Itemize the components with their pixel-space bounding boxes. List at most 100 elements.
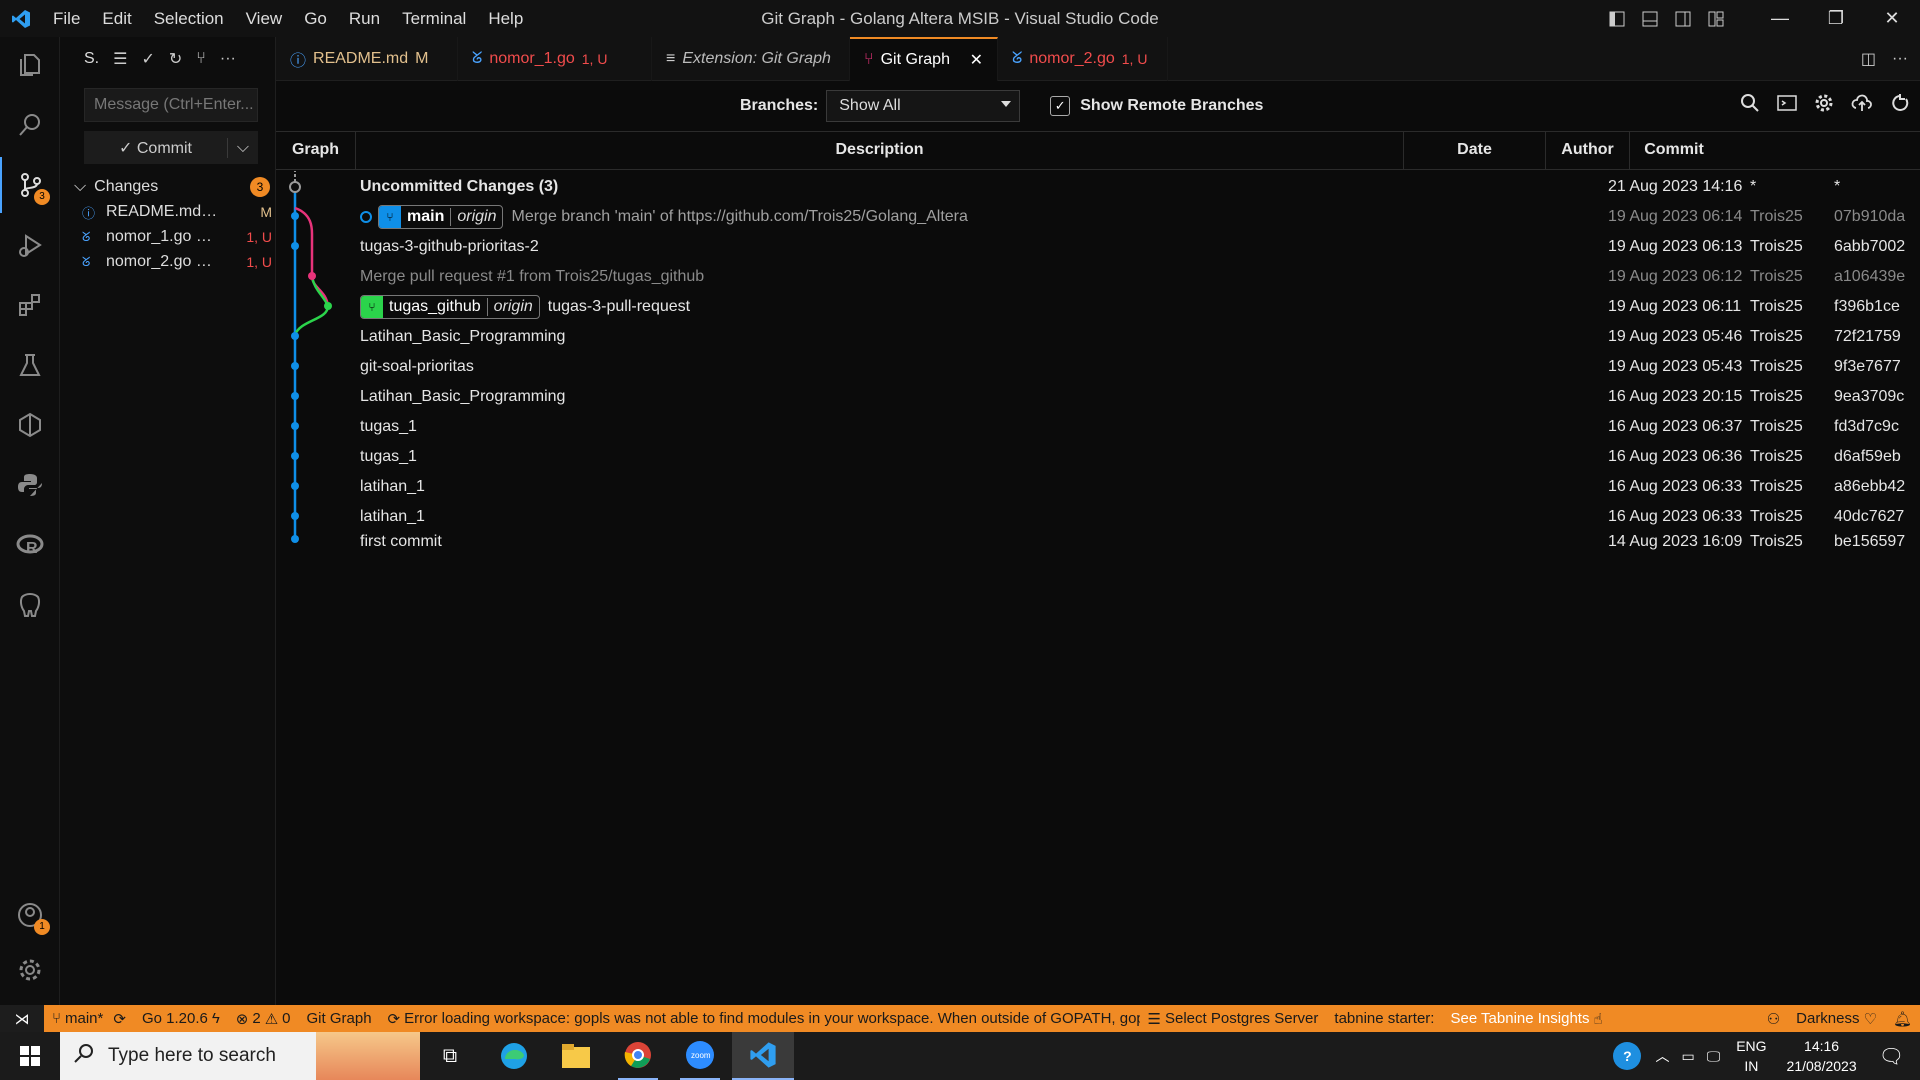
customize-layout-icon[interactable] <box>1699 11 1732 27</box>
menu-run[interactable]: Run <box>338 0 391 37</box>
table-row[interactable]: ⑂ tugas_github origin tugas-3-pull-request… <box>276 292 1920 322</box>
table-row[interactable]: Latihan_Basic_Programming 19 Aug 2023 05… <box>276 322 1920 352</box>
table-row[interactable]: Latihan_Basic_Programming 16 Aug 2023 20… <box>276 382 1920 412</box>
testing-flask-icon[interactable] <box>0 337 60 393</box>
table-row[interactable]: tugas_1 16 Aug 2023 06:37 Trois25 fd3d7c… <box>276 412 1920 442</box>
chevron-up-icon[interactable]: ︿ <box>1655 1046 1669 1066</box>
menu-selection[interactable]: Selection <box>143 0 235 37</box>
branches-dropdown[interactable]: Show All <box>826 90 1021 122</box>
file-explorer-icon[interactable] <box>556 1043 596 1069</box>
table-row[interactable]: Merge pull request #1 from Trois25/tugas… <box>276 262 1920 292</box>
windows-start-icon[interactable] <box>0 1046 60 1066</box>
accounts-icon[interactable]: 1 <box>0 887 60 943</box>
menu-help[interactable]: Help <box>477 0 534 37</box>
minimize-button[interactable]: — <box>1752 8 1808 29</box>
accounts-status-icon[interactable]: ⚇ <box>1759 1010 1788 1028</box>
table-row[interactable]: tugas-3-github-prioritas-2 19 Aug 2023 0… <box>276 232 1920 262</box>
python-icon[interactable] <box>0 457 60 513</box>
chrome-icon[interactable] <box>618 1032 658 1080</box>
extensions-icon[interactable] <box>0 277 60 333</box>
r-language-icon[interactable]: R <box>0 517 60 573</box>
changed-file-nomor-2[interactable]: ᘜ nomor_2.go 4... 1, U <box>82 250 272 274</box>
tabnine-insights-link[interactable]: See Tabnine Insights ☝ <box>1442 1010 1610 1028</box>
problems-status[interactable]: ⊗ 2 ⚠ 0 <box>228 1010 299 1028</box>
tabnine-status[interactable]: tabnine starter: <box>1326 1010 1442 1027</box>
commit-button[interactable]: ✓ Commit ⌵ <box>84 131 258 164</box>
source-control-icon[interactable]: 3 <box>0 157 60 213</box>
git-graph-view-icon[interactable]: ⑂ <box>196 50 206 68</box>
refresh-icon[interactable]: ↻ <box>169 49 182 69</box>
manage-gear-icon[interactable] <box>0 942 60 998</box>
taskbar-search-input[interactable]: Type here to search <box>60 1032 420 1080</box>
view-as-list-icon[interactable]: ☰ <box>113 49 127 69</box>
clock[interactable]: 14:16 21/08/2023 <box>1787 1036 1857 1076</box>
battery-icon[interactable]: ▭ <box>1681 1048 1694 1065</box>
task-view-icon[interactable]: ⧉ <box>430 1045 470 1068</box>
commit-dropdown-icon[interactable]: ⌵ <box>228 139 258 157</box>
more-actions-icon[interactable]: ··· <box>220 50 236 68</box>
column-graph[interactable]: Graph <box>276 131 356 170</box>
toggle-secondary-sidebar-icon[interactable] <box>1666 11 1699 27</box>
menu-terminal[interactable]: Terminal <box>391 0 477 37</box>
menu-view[interactable]: View <box>235 0 294 37</box>
theme-status[interactable]: Darkness ♡ <box>1788 1010 1885 1028</box>
menu-file[interactable]: File <box>42 0 91 37</box>
toggle-panel-icon[interactable] <box>1633 11 1666 27</box>
branch-status[interactable]: ⑂ main* ⟳ <box>44 1010 134 1028</box>
close-tab-icon[interactable]: ✕ <box>970 50 983 70</box>
tab-nomor-2[interactable]: ᘜ nomor_2.go 1, U <box>998 37 1168 81</box>
table-row[interactable]: tugas_1 16 Aug 2023 06:36 Trois25 d6af59… <box>276 442 1920 472</box>
restore-button[interactable]: ❐ <box>1808 8 1864 29</box>
refresh-icon[interactable] <box>1890 93 1910 118</box>
show-remote-checkbox[interactable]: ✓ <box>1050 96 1071 116</box>
notification-center-icon[interactable]: 🗨︎ <box>1879 1044 1904 1069</box>
more-actions-icon[interactable]: ··· <box>1892 50 1908 68</box>
postgres-status[interactable]: ☰ Select Postgres Server <box>1140 1010 1327 1028</box>
column-commit[interactable]: Commit <box>1630 131 1718 170</box>
column-date[interactable]: Date <box>1404 131 1546 170</box>
table-row[interactable]: ⑂ main origin Merge branch 'main' of https… <box>276 202 1920 232</box>
table-row[interactable]: git-soal-prioritas 19 Aug 2023 05:43 Tro… <box>276 352 1920 382</box>
gopls-error-status[interactable]: ⟳ Error loading workspace: gopls was not … <box>380 1010 1140 1028</box>
remote-explorer-icon[interactable] <box>0 397 60 453</box>
changed-file-nomor-1[interactable]: ᘜ nomor_1.go 4... 1, U <box>82 225 272 249</box>
language-indicator[interactable]: ENG IN <box>1736 1036 1766 1076</box>
changes-group-header[interactable]: ⌵ Changes 3 <box>74 174 270 200</box>
notifications-bell-icon[interactable]: 🔔︎ <box>1885 1010 1920 1028</box>
menu-edit[interactable]: Edit <box>91 0 142 37</box>
split-editor-icon[interactable]: ◫ <box>1861 49 1876 69</box>
close-window-button[interactable]: ✕ <box>1864 8 1920 29</box>
remote-window-icon[interactable]: ⋊ <box>0 1005 44 1032</box>
branch-ref-tugas-github[interactable]: ⑂ tugas_github origin <box>360 295 540 319</box>
help-icon[interactable]: ? <box>1613 1042 1642 1070</box>
commit-check-icon[interactable]: ✓ <box>141 49 154 69</box>
changed-file-readme[interactable]: ⓘ README.md 4_... M <box>82 200 272 224</box>
search-icon[interactable] <box>0 97 60 153</box>
postgres-elephant-icon[interactable] <box>0 577 60 633</box>
table-row[interactable]: first commit 14 Aug 2023 16:09 Trois25 b… <box>276 527 1920 557</box>
network-icon[interactable]: 🖵︎ <box>1707 1048 1721 1065</box>
branch-ref-main[interactable]: ⑂ main origin <box>378 205 504 229</box>
commit-message-input[interactable]: Message (Ctrl+Enter... <box>84 88 258 122</box>
find-icon[interactable] <box>1740 93 1760 118</box>
vscode-taskbar-icon[interactable] <box>732 1032 794 1080</box>
menu-go[interactable]: Go <box>293 0 338 37</box>
table-row[interactable]: latihan_1 16 Aug 2023 06:33 Trois25 a86e… <box>276 472 1920 502</box>
explorer-icon[interactable] <box>0 37 60 93</box>
tab-readme[interactable]: ⓘ README.md M <box>276 37 458 81</box>
tab-git-graph[interactable]: ⑂ Git Graph ✕ <box>850 37 998 81</box>
toggle-primary-sidebar-icon[interactable] <box>1600 11 1633 27</box>
fetch-cloud-icon[interactable] <box>1851 93 1873 118</box>
tab-extension-git-graph[interactable]: ≡ Extension: Git Graph <box>652 37 850 81</box>
zoom-icon[interactable]: zoom <box>680 1032 720 1080</box>
settings-gear-icon[interactable] <box>1814 93 1834 118</box>
terminal-icon[interactable] <box>1777 93 1797 118</box>
git-graph-status[interactable]: Git Graph <box>299 1010 380 1027</box>
column-description[interactable]: Description <box>356 131 1404 170</box>
edge-browser-icon[interactable] <box>494 1041 534 1071</box>
go-version-status[interactable]: Go 1.20.6 ϟ <box>134 1010 228 1027</box>
run-debug-icon[interactable] <box>0 217 60 273</box>
tab-nomor-1[interactable]: ᘜ nomor_1.go 1, U <box>458 37 652 81</box>
table-row[interactable]: Uncommitted Changes (3) 21 Aug 2023 14:1… <box>276 172 1920 202</box>
column-author[interactable]: Author <box>1546 131 1630 170</box>
